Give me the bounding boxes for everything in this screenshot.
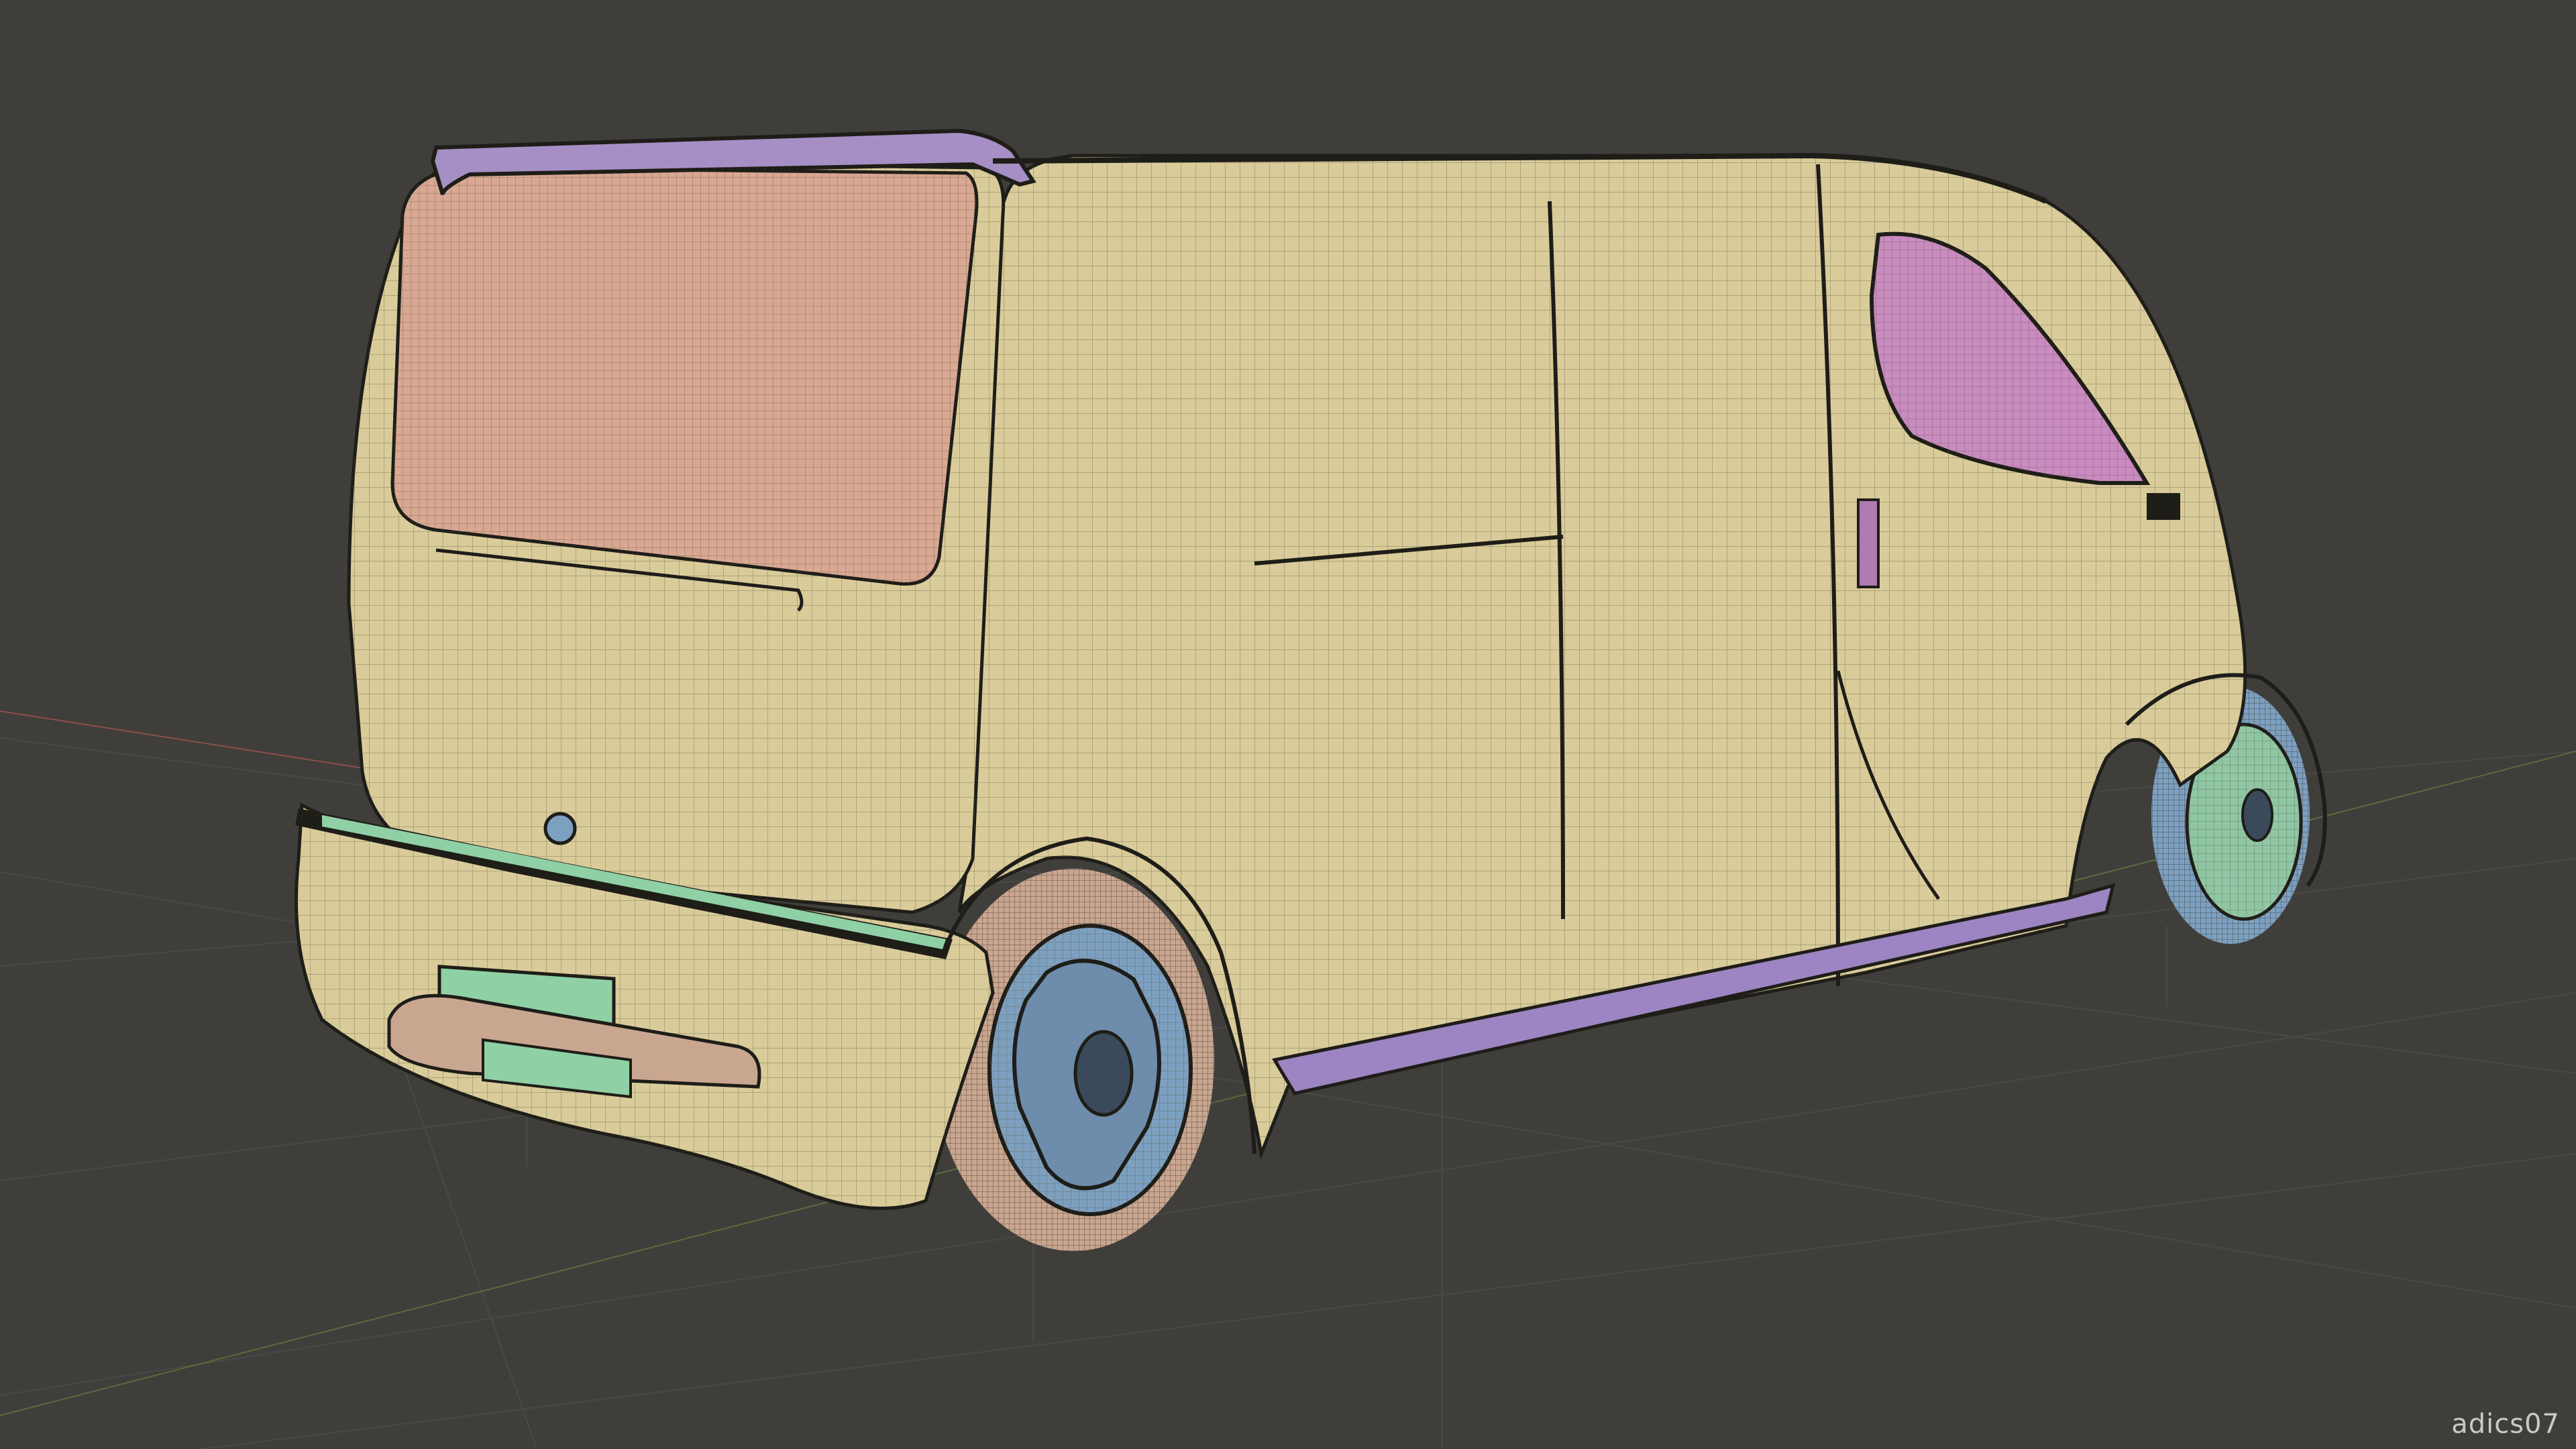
viewport-canvas[interactable] bbox=[0, 0, 2576, 1449]
rear-wheel[interactable] bbox=[932, 869, 1214, 1251]
van-body[interactable] bbox=[294, 128, 2327, 1210]
watermark-text: adics07 bbox=[2451, 1409, 2560, 1440]
3d-viewport[interactable]: adics07 bbox=[0, 0, 2576, 1449]
